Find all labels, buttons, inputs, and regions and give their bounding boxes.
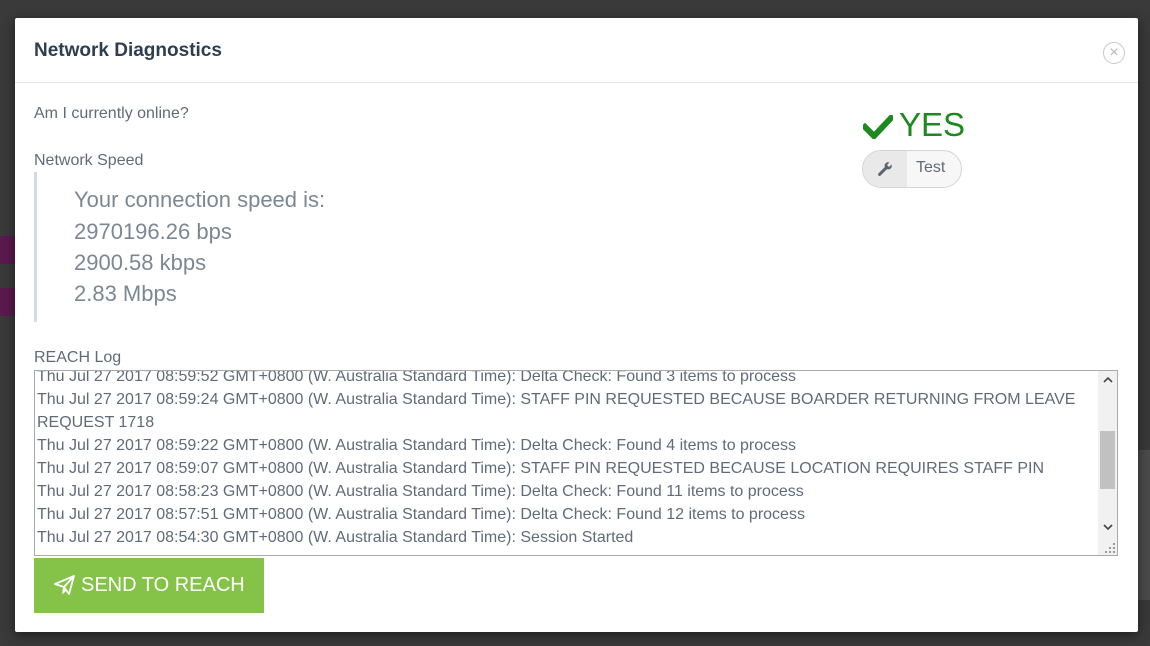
log-line: Thu Jul 27 2017 08:59:24 GMT+0800 (W. Au… — [37, 391, 1076, 431]
checkmark-icon — [860, 114, 896, 141]
wrench-icon — [863, 151, 907, 187]
send-to-reach-button[interactable]: SEND TO REACH — [34, 558, 264, 613]
send-button-label: SEND TO REACH — [81, 574, 245, 596]
test-button-label: Test — [916, 159, 946, 176]
speed-kbps: 2900.58 kbps — [74, 250, 207, 275]
background-band — [0, 236, 15, 264]
speed-heading: Your connection speed is: — [74, 187, 326, 212]
paper-plane-icon — [54, 575, 75, 595]
speed-result-block: Your connection speed is: 2970196.26 bps… — [34, 172, 437, 322]
background-panel — [1138, 450, 1150, 600]
reach-log-textarea[interactable]: Thu Jul 27 2017 08:59:52 GMT+0800 (W. Au… — [34, 370, 1118, 556]
chevron-down-icon[interactable] — [1098, 519, 1117, 537]
log-line: Thu Jul 27 2017 08:54:30 GMT+0800 (W. Au… — [37, 529, 634, 546]
online-question: Am I currently online? — [34, 105, 189, 122]
chevron-up-icon[interactable] — [1098, 371, 1117, 389]
log-line: Thu Jul 27 2017 08:59:07 GMT+0800 (W. Au… — [37, 460, 1044, 477]
background-band — [0, 288, 15, 316]
network-diagnostics-dialog: Network Diagnostics × Am I currently onl… — [15, 18, 1138, 632]
dialog-header: Network Diagnostics × — [15, 18, 1138, 83]
log-line: Thu Jul 27 2017 08:59:52 GMT+0800 (W. Au… — [37, 370, 797, 385]
log-scrollbar[interactable] — [1098, 371, 1117, 555]
reach-log-label: REACH Log — [34, 349, 122, 366]
test-button[interactable]: Test — [862, 150, 962, 188]
dialog-title: Network Diagnostics — [34, 40, 222, 61]
log-content: Thu Jul 27 2017 08:59:52 GMT+0800 (W. Au… — [37, 370, 1092, 549]
scroll-thumb[interactable] — [1100, 431, 1115, 489]
resize-grip-icon[interactable] — [1104, 542, 1116, 554]
online-status: YES — [860, 106, 966, 144]
speed-mbps: 2.83 Mbps — [74, 281, 177, 306]
close-icon[interactable]: × — [1103, 42, 1125, 64]
speed-bps: 2970196.26 bps — [74, 219, 232, 244]
log-line: Thu Jul 27 2017 08:58:23 GMT+0800 (W. Au… — [37, 483, 804, 500]
online-status-text: YES — [899, 106, 966, 143]
network-speed-label: Network Speed — [34, 152, 144, 169]
log-line: Thu Jul 27 2017 08:57:51 GMT+0800 (W. Au… — [37, 506, 805, 523]
log-line: Thu Jul 27 2017 08:59:22 GMT+0800 (W. Au… — [37, 437, 797, 454]
